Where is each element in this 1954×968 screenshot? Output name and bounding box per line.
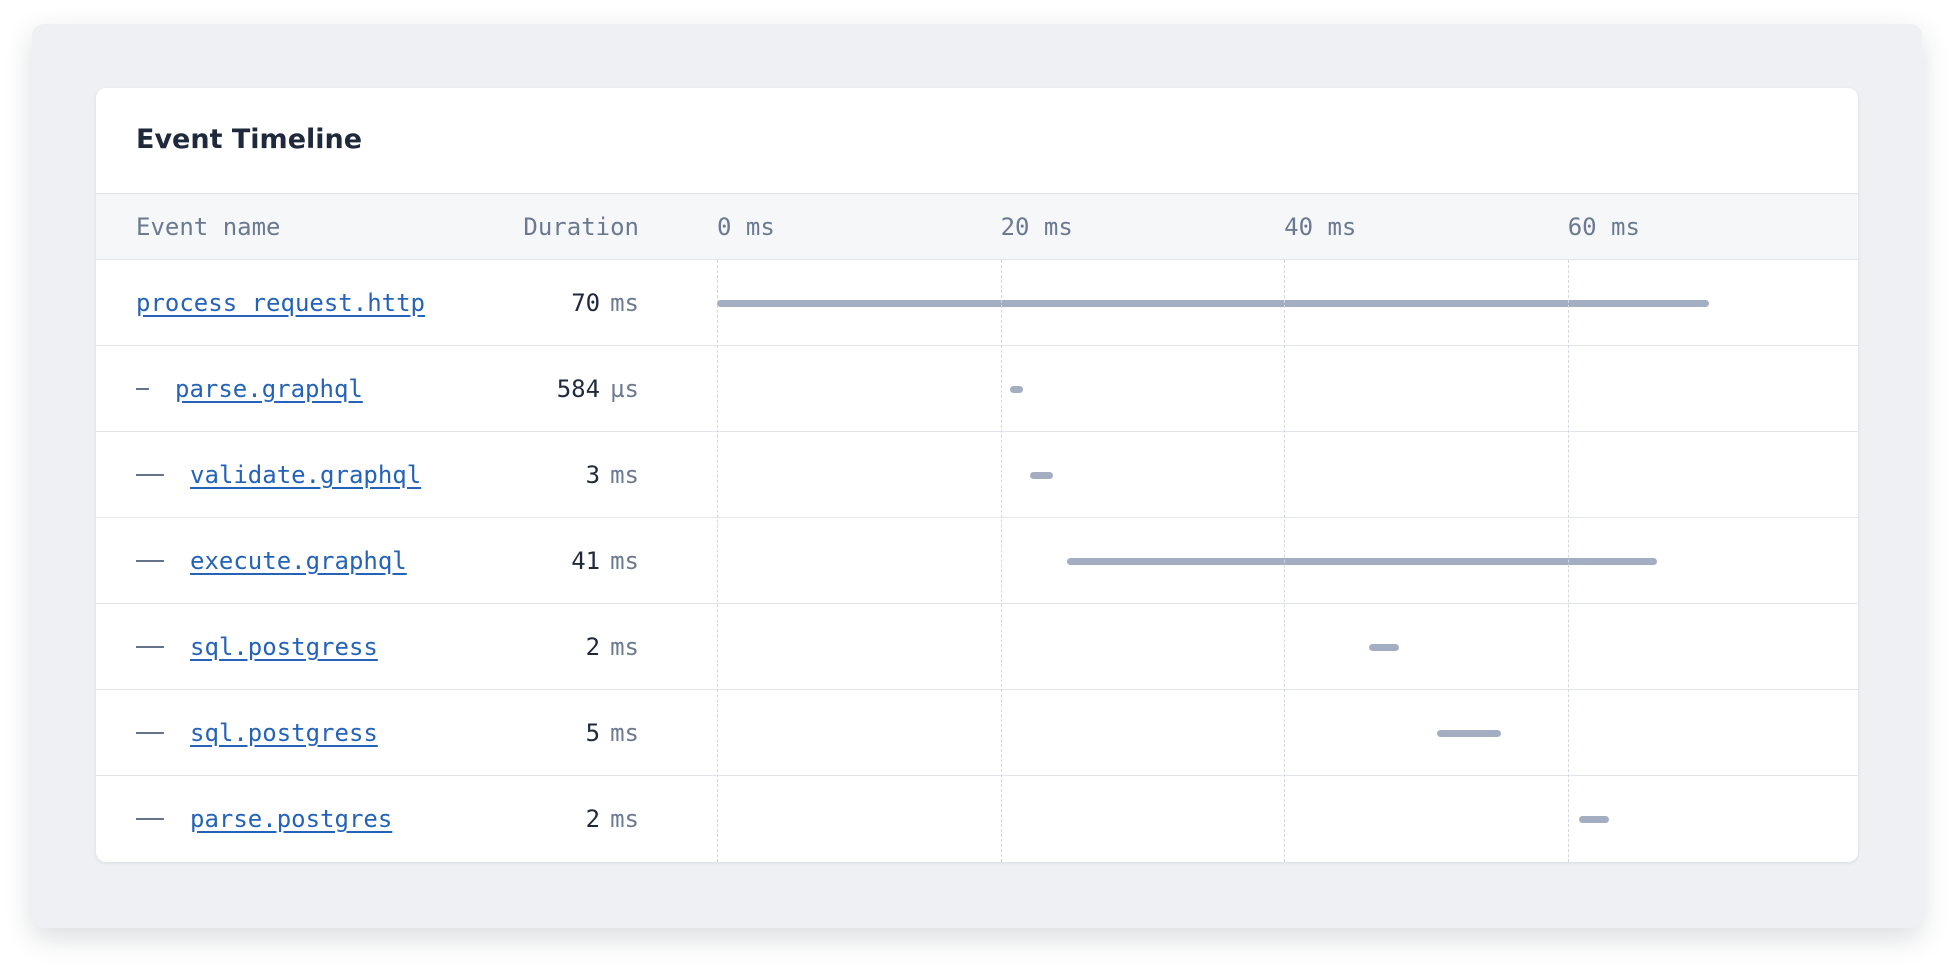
timeline-tick-label: 40 ms: [1284, 213, 1357, 241]
table-row: execute.graphql 41 ms: [96, 518, 1858, 604]
duration-value: 41: [571, 547, 601, 575]
timeline-tick-label: 60 ms: [1567, 213, 1640, 241]
table-row: process_request.http 70 ms: [96, 260, 1858, 346]
event-name-cell: parse.postgres: [136, 776, 392, 862]
duration-value: 70: [571, 289, 601, 317]
event-name-link[interactable]: sql.postgress: [190, 719, 378, 747]
tree-indent-line: [136, 388, 149, 390]
tree-indent-line: [136, 646, 164, 648]
timeline-tick-label: 0 ms: [717, 213, 775, 241]
timeline-gridline: [1284, 260, 1285, 862]
event-duration: 2 ms: [486, 604, 639, 690]
timeline-gridline: [1568, 260, 1569, 862]
page-background: Event Timeline Event name Duration 0 ms 2…: [32, 24, 1922, 928]
duration-unit: ms: [610, 805, 639, 833]
event-name-link[interactable]: parse.graphql: [175, 375, 363, 403]
timeline-gridline: [1001, 260, 1002, 862]
tree-indent-line: [136, 818, 164, 820]
duration-unit: µs: [610, 375, 639, 403]
duration-unit: ms: [610, 547, 639, 575]
event-duration: 2 ms: [486, 776, 639, 862]
event-duration-bar[interactable]: [1010, 386, 1024, 393]
duration-value: 584: [556, 375, 601, 403]
duration-value: 5: [585, 719, 601, 747]
event-duration-bar[interactable]: [1437, 730, 1502, 737]
event-name-link[interactable]: parse.postgres: [190, 805, 392, 833]
event-name-cell: sql.postgress: [136, 604, 378, 690]
column-header-event-name: Event name: [136, 213, 281, 241]
duration-unit: ms: [610, 633, 639, 661]
event-name-link[interactable]: validate.graphql: [190, 461, 421, 489]
table-row: validate.graphql 3 ms: [96, 432, 1858, 518]
event-name-cell: sql.postgress: [136, 690, 378, 776]
duration-value: 3: [585, 461, 601, 489]
event-duration: 70 ms: [486, 260, 639, 346]
table-header: Event name Duration 0 ms 20 ms 40 ms 60 ms: [96, 193, 1858, 260]
event-name-cell: parse.graphql: [136, 346, 363, 432]
table-row: sql.postgress 2 ms: [96, 604, 1858, 690]
event-duration-bar[interactable]: [1369, 644, 1399, 651]
tree-indent-line: [136, 474, 164, 476]
duration-unit: ms: [610, 289, 639, 317]
duration-unit: ms: [610, 461, 639, 489]
event-name-cell: process_request.http: [136, 260, 425, 346]
event-name-link[interactable]: process_request.http: [136, 289, 425, 317]
duration-value: 2: [585, 633, 601, 661]
event-name-link[interactable]: execute.graphql: [190, 547, 407, 575]
event-duration: 3 ms: [486, 432, 639, 518]
tree-indent-line: [136, 732, 164, 734]
event-name-cell: execute.graphql: [136, 518, 407, 604]
timeline-tick-label: 20 ms: [1000, 213, 1073, 241]
timeline-gridline: [717, 260, 718, 862]
event-duration: 584 µs: [486, 346, 639, 432]
event-timeline-card: Event Timeline Event name Duration 0 ms 2…: [96, 88, 1858, 862]
event-duration-bar[interactable]: [717, 300, 1710, 307]
column-header-duration: Duration: [523, 213, 639, 241]
event-name-link[interactable]: sql.postgress: [190, 633, 378, 661]
event-duration: 41 ms: [486, 518, 639, 604]
card-title: Event Timeline: [136, 124, 363, 155]
table-row: parse.graphql 584 µs: [96, 346, 1858, 432]
event-name-cell: validate.graphql: [136, 432, 421, 518]
table-row: parse.postgres 2 ms: [96, 776, 1858, 862]
duration-unit: ms: [610, 719, 639, 747]
table-row: sql.postgress 5 ms: [96, 690, 1858, 776]
duration-value: 2: [585, 805, 601, 833]
event-duration: 5 ms: [486, 690, 639, 776]
tree-indent-line: [136, 560, 164, 562]
event-duration-bar[interactable]: [1579, 816, 1609, 823]
event-duration-bar[interactable]: [1030, 472, 1053, 479]
